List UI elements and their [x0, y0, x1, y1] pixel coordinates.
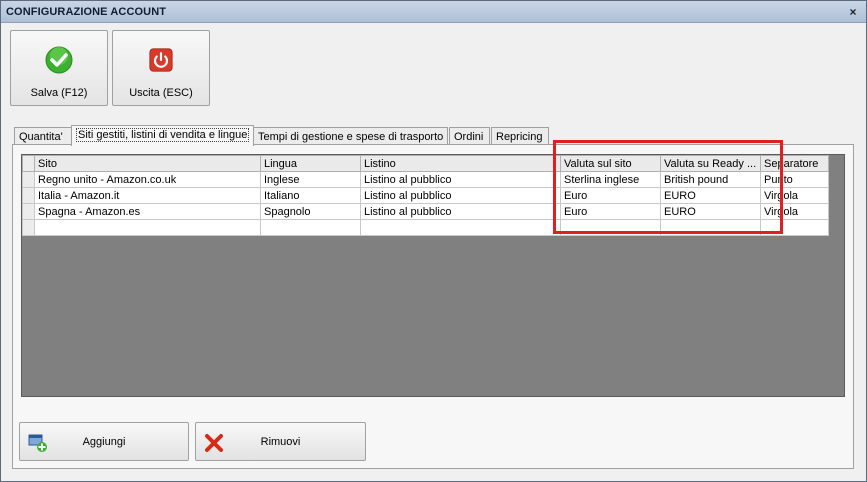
cell-sito[interactable]: Italia - Amazon.it: [34, 187, 261, 204]
cell-sito[interactable]: Regno unito - Amazon.co.uk: [34, 171, 261, 188]
tab-repricing[interactable]: Repricing: [491, 127, 549, 145]
cell-valuta-ready[interactable]: [660, 219, 761, 236]
tab-quantita[interactable]: Quantita': [14, 127, 72, 145]
table-row[interactable]: Spagna - Amazon.es Spagnolo Listino al p…: [22, 203, 829, 220]
cell-valuta-sito[interactable]: [560, 219, 661, 236]
cell-lingua[interactable]: Inglese: [260, 171, 361, 188]
tab-label: Tempi di gestione e spese di trasporto: [258, 131, 444, 143]
cell-lingua[interactable]: Italiano: [260, 187, 361, 204]
power-icon: [149, 48, 173, 72]
cell-lingua[interactable]: [260, 219, 361, 236]
config-window: CONFIGURAZIONE ACCOUNT × Salva (F12) Usc…: [0, 0, 867, 482]
row-indicator-header: [22, 155, 35, 172]
column-header-valuta-ready[interactable]: Valuta su Ready ...: [660, 155, 761, 172]
cell-lingua[interactable]: Spagnolo: [260, 203, 361, 220]
row-indicator[interactable]: [22, 219, 35, 236]
close-icon[interactable]: ×: [846, 5, 860, 19]
column-header-sito[interactable]: Sito: [34, 155, 261, 172]
cell-listino[interactable]: Listino al pubblico: [360, 171, 561, 188]
add-button[interactable]: Aggiungi: [19, 422, 189, 461]
cell-listino[interactable]: [360, 219, 561, 236]
cell-separatore[interactable]: Virgola: [760, 203, 829, 220]
sites-table: Sito Lingua Listino Valuta sul sito Valu…: [22, 155, 829, 236]
row-indicator[interactable]: [22, 203, 35, 220]
column-header-lingua[interactable]: Lingua: [260, 155, 361, 172]
cell-valuta-ready[interactable]: EURO: [660, 203, 761, 220]
sites-grid: Sito Lingua Listino Valuta sul sito Valu…: [21, 140, 845, 397]
cell-valuta-sito[interactable]: Euro: [560, 187, 661, 204]
cell-valuta-ready[interactable]: British pound: [660, 171, 761, 188]
body-panel: Salva (F12) Uscita (ESC) Quantita' Siti …: [4, 24, 863, 479]
row-indicator[interactable]: [22, 171, 35, 188]
cell-valuta-ready[interactable]: EURO: [660, 187, 761, 204]
cell-separatore[interactable]: [760, 219, 829, 236]
cell-valuta-sito[interactable]: Sterlina inglese: [560, 171, 661, 188]
tab-label: Siti gestiti, listini di vendita e lingu…: [76, 128, 250, 142]
save-button[interactable]: Salva (F12): [10, 30, 108, 106]
add-label: Aggiungi: [82, 436, 126, 448]
tab-label: Repricing: [496, 131, 543, 143]
table-header-row: Sito Lingua Listino Valuta sul sito Valu…: [22, 155, 829, 172]
cell-separatore[interactable]: Punto: [760, 171, 829, 188]
tab-page-siti: Sito Lingua Listino Valuta sul sito Valu…: [12, 140, 854, 469]
tab-siti-gestiti[interactable]: Siti gestiti, listini di vendita e lingu…: [71, 125, 254, 146]
cell-sito[interactable]: Spagna - Amazon.es: [34, 203, 261, 220]
cell-valuta-sito[interactable]: Euro: [560, 203, 661, 220]
column-header-valuta-sito[interactable]: Valuta sul sito: [560, 155, 661, 172]
exit-button[interactable]: Uscita (ESC): [112, 30, 210, 106]
column-header-separatore[interactable]: Separatore: [760, 155, 829, 172]
cell-separatore[interactable]: Virgola: [760, 187, 829, 204]
title-bar: CONFIGURAZIONE ACCOUNT ×: [1, 1, 866, 23]
exit-label: Uscita (ESC): [129, 87, 193, 99]
cell-listino[interactable]: Listino al pubblico: [360, 187, 561, 204]
check-icon: [45, 46, 73, 74]
table-row-new[interactable]: [22, 219, 829, 236]
table-row[interactable]: Regno unito - Amazon.co.uk Inglese Listi…: [22, 171, 829, 188]
cell-sito[interactable]: [34, 219, 261, 236]
remove-label: Rimuovi: [260, 436, 301, 448]
save-label: Salva (F12): [30, 87, 88, 99]
column-header-listino[interactable]: Listino: [360, 155, 561, 172]
tab-ordini[interactable]: Ordini: [449, 127, 490, 145]
row-indicator[interactable]: [22, 187, 35, 204]
tab-label: Ordini: [454, 131, 484, 143]
cell-listino[interactable]: Listino al pubblico: [360, 203, 561, 220]
table-row[interactable]: Italia - Amazon.it Italiano Listino al p…: [22, 187, 829, 204]
tab-label: Quantita': [19, 131, 63, 143]
window-title: CONFIGURAZIONE ACCOUNT: [6, 6, 167, 18]
tab-tempi-gestione[interactable]: Tempi di gestione e spese di trasporto: [253, 127, 448, 145]
remove-button[interactable]: Rimuovi: [195, 422, 366, 461]
